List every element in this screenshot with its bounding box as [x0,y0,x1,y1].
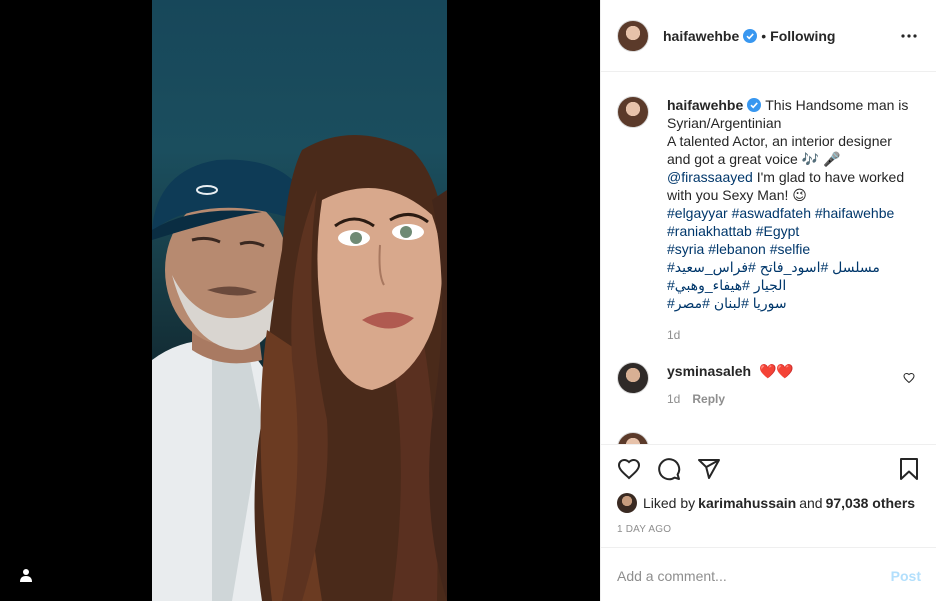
comment-age[interactable]: 1d [667,392,680,406]
hashtag-line[interactable]: #raniakhattab #Egypt [667,223,799,239]
caption-author-avatar[interactable] [617,96,649,128]
likes-summary: Liked by karimahussain and 97,038 others [617,493,915,513]
commenter-avatar[interactable] [617,362,649,394]
author-info: haifawehbe • Following [663,28,835,44]
bookmark-icon[interactable] [897,457,921,481]
caption-age[interactable]: 1d [667,326,917,344]
comments-section[interactable]: haifawehbe This Handsome man is Syrian/Ar… [601,72,936,444]
comment-content: ysminasaleh ❤️❤️ 1d Reply [667,362,794,406]
likes-prefix: Liked by [643,495,696,511]
post-panel: haifawehbe • Following haifawehbe This Ha… [600,0,936,601]
hashtag-line-arabic[interactable]: الجيار #هيفاء_وهبي# [667,276,917,294]
comment-body: ❤️❤️ [758,363,794,379]
heart-icon[interactable] [903,372,915,384]
comment-meta: 1d Reply [667,392,794,406]
caption-line: and got a great voice 🎶 🎤 [667,151,841,167]
reply-button[interactable]: Reply [692,392,725,406]
comment-input[interactable] [617,567,891,584]
author-username[interactable]: haifawehbe [663,28,739,44]
commenter-avatar[interactable] [617,432,649,444]
hashtag-line[interactable]: #elgayyar #aswadfateh #haifawehbe [667,205,894,221]
following-button[interactable]: Following [770,28,835,44]
share-icon[interactable] [697,457,721,481]
comment-icon[interactable] [657,457,681,481]
user-tag-icon [20,569,32,582]
selfie-illustration [152,135,447,601]
caption: haifawehbe This Handsome man is Syrian/Ar… [617,96,917,344]
hashtag-line-arabic[interactable]: سوريا #لبنان #مصر# [667,294,917,312]
caption-line: This Handsome man is [765,97,909,113]
verified-badge-icon [747,98,762,112]
separator-dot: • [761,27,767,44]
more-options-button[interactable] [897,26,921,46]
comment-item-partial [617,430,917,444]
post-media[interactable] [0,0,600,601]
caption-line: Syrian/Argentinian [667,115,782,131]
post-header: haifawehbe • Following [601,0,936,72]
likes-others-link[interactable]: 97,038 others [826,495,916,511]
hashtag-line-arabic[interactable]: مسلسل #اسود_فاتح #فراس_سعيد# [667,258,917,276]
caption-author-username[interactable]: haifawehbe [667,97,743,113]
post-timestamp[interactable]: 1 DAY AGO [617,524,671,535]
action-bar [617,457,721,481]
caption-line: with you Sexy Man! 😉 [667,187,807,203]
liker-username[interactable]: karimahussain [698,495,796,511]
comment-composer: Post [601,547,936,601]
liker-avatar[interactable] [617,493,637,513]
post-comment-button[interactable]: Post [891,568,921,584]
tagged-users-button[interactable] [14,563,38,587]
commenter-username[interactable]: ysminasaleh [667,363,751,379]
caption-line: A talented Actor, an interior designer [667,133,892,149]
likes-middle: and [799,495,823,511]
caption-line: I'm glad to have worked [752,169,905,185]
more-options-icon [901,34,917,38]
author-avatar[interactable] [617,19,649,52]
mention-link[interactable]: @firassaayed [667,169,753,185]
comment-item: ysminasaleh ❤️❤️ 1d Reply [617,362,921,406]
verified-badge-icon [743,28,758,43]
caption-text: haifawehbe This Handsome man is Syrian/Ar… [667,96,917,344]
post-actions: Liked by karimahussain and 97,038 others… [601,444,936,601]
comment-text: ysminasaleh ❤️❤️ [667,362,794,380]
hashtag-line[interactable]: #syria #lebanon #selfie [667,241,810,257]
heart-icon[interactable] [617,457,641,481]
post-photo[interactable] [152,0,447,601]
